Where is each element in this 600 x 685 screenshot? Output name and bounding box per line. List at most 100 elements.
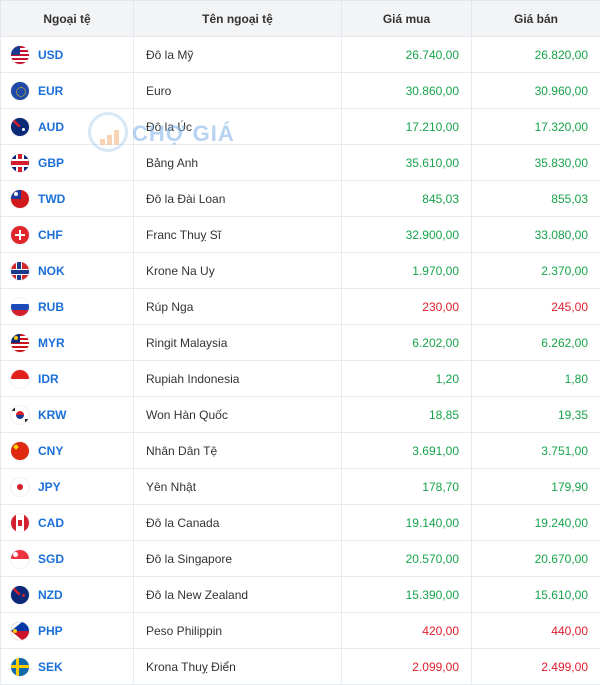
table-row: RUB Rúp Nga230,00245,00: [1, 289, 600, 325]
currency-code-cell: CHF: [1, 217, 134, 253]
table-header-row: Ngoại tệ Tên ngoại tệ Giá mua Giá bán: [1, 1, 600, 37]
buy-price: 1,20: [342, 361, 472, 397]
currency-code-link[interactable]: SEK: [38, 660, 63, 674]
id-flag-icon: [11, 370, 29, 388]
currency-name: Đô la Đài Loan: [134, 181, 342, 217]
currency-code-link[interactable]: USD: [38, 48, 63, 62]
header-currency-name: Tên ngoại tệ: [134, 1, 342, 37]
table-row: GBPBảng Anh35.610,0035.830,00: [1, 145, 600, 181]
currency-code-link[interactable]: IDR: [38, 372, 59, 386]
currency-name: Đô la Singapore: [134, 541, 342, 577]
currency-code-cell: PHP: [1, 613, 134, 649]
sell-price: 245,00: [472, 289, 600, 325]
currency-code-link[interactable]: PHP: [38, 624, 63, 638]
currency-code-link[interactable]: CNY: [38, 444, 63, 458]
cn-flag-icon: [11, 442, 29, 460]
no-flag-icon: [11, 262, 29, 280]
currency-name: Peso Philippin: [134, 613, 342, 649]
buy-price: 845,03: [342, 181, 472, 217]
nz-flag-icon: [11, 586, 29, 604]
sell-price: 3.751,00: [472, 433, 600, 469]
table-row: TWD Đô la Đài Loan845,03855,03: [1, 181, 600, 217]
header-buy-price: Giá mua: [342, 1, 472, 37]
currency-name: Euro: [134, 73, 342, 109]
tw-flag-icon: [11, 190, 29, 208]
buy-price: 2.099,00: [342, 649, 472, 685]
exchange-rate-table: Ngoại tệ Tên ngoại tệ Giá mua Giá bán US…: [0, 0, 600, 685]
table-row: IDR Rupiah Indonesia1,201,80: [1, 361, 600, 397]
buy-price: 3.691,00: [342, 433, 472, 469]
currency-name: Đô la Úc: [134, 109, 342, 145]
currency-code-cell: KRW: [1, 397, 134, 433]
jp-flag-icon: [11, 478, 29, 496]
sell-price: 30.960,00: [472, 73, 600, 109]
table-row: PHP Peso Philippin420,00440,00: [1, 613, 600, 649]
buy-price: 35.610,00: [342, 145, 472, 181]
currency-code-cell: MYR: [1, 325, 134, 361]
table-row: CNY Nhân Dân Tệ3.691,003.751,00: [1, 433, 600, 469]
currency-code-link[interactable]: GBP: [38, 156, 64, 170]
table-row: USDĐô la Mỹ26.740,0026.820,00: [1, 37, 600, 73]
currency-code-link[interactable]: CAD: [38, 516, 64, 530]
sell-price: 2.499,00: [472, 649, 600, 685]
table-row: MYRRingit Malaysia6.202,006.262,00: [1, 325, 600, 361]
currency-code-link[interactable]: EUR: [38, 84, 63, 98]
sg-flag-icon: [11, 550, 29, 568]
currency-name: Nhân Dân Tệ: [134, 433, 342, 469]
se-flag-icon: [11, 658, 29, 676]
currency-name: Yên Nhật: [134, 469, 342, 505]
currency-code-cell: SGD: [1, 541, 134, 577]
currency-code-cell: CNY: [1, 433, 134, 469]
kr-flag-icon: [11, 406, 29, 424]
currency-name: Krone Na Uy: [134, 253, 342, 289]
table-row: EUR Euro30.860,0030.960,00: [1, 73, 600, 109]
buy-price: 20.570,00: [342, 541, 472, 577]
us-flag-icon: [11, 46, 29, 64]
currency-name: Đô la Canada: [134, 505, 342, 541]
currency-code-link[interactable]: MYR: [38, 336, 65, 350]
sell-price: 440,00: [472, 613, 600, 649]
table-row: SGDĐô la Singapore20.570,0020.670,00: [1, 541, 600, 577]
table-row: AUD Đô la Úc17.210,0017.320,00: [1, 109, 600, 145]
currency-code-cell: RUB: [1, 289, 134, 325]
ch-flag-icon: [11, 226, 29, 244]
currency-code-cell: SEK: [1, 649, 134, 685]
au-flag-icon: [11, 118, 29, 136]
currency-code-link[interactable]: JPY: [38, 480, 61, 494]
currency-code-link[interactable]: RUB: [38, 300, 64, 314]
currency-name: Rupiah Indonesia: [134, 361, 342, 397]
currency-code-link[interactable]: NZD: [38, 588, 63, 602]
currency-code-link[interactable]: CHF: [38, 228, 63, 242]
sell-price: 2.370,00: [472, 253, 600, 289]
buy-price: 230,00: [342, 289, 472, 325]
buy-price: 15.390,00: [342, 577, 472, 613]
currency-name: Rúp Nga: [134, 289, 342, 325]
currency-code-link[interactable]: NOK: [38, 264, 65, 278]
currency-code-link[interactable]: KRW: [38, 408, 66, 422]
currency-code-cell: EUR: [1, 73, 134, 109]
currency-code-cell: TWD: [1, 181, 134, 217]
sell-price: 1,80: [472, 361, 600, 397]
gb-flag-icon: [11, 154, 29, 172]
table-row: CADĐô la Canada19.140,0019.240,00: [1, 505, 600, 541]
sell-price: 855,03: [472, 181, 600, 217]
eu-flag-icon: [11, 82, 29, 100]
buy-price: 420,00: [342, 613, 472, 649]
my-flag-icon: [11, 334, 29, 352]
currency-code-link[interactable]: SGD: [38, 552, 64, 566]
currency-code-cell: IDR: [1, 361, 134, 397]
table-row: NZDĐô la New Zealand15.390,0015.610,00: [1, 577, 600, 613]
currency-code-link[interactable]: AUD: [38, 120, 64, 134]
sell-price: 17.320,00: [472, 109, 600, 145]
sell-price: 35.830,00: [472, 145, 600, 181]
buy-price: 6.202,00: [342, 325, 472, 361]
buy-price: 30.860,00: [342, 73, 472, 109]
table-body: USDĐô la Mỹ26.740,0026.820,00 EUR Euro30.8…: [1, 37, 600, 685]
sell-price: 15.610,00: [472, 577, 600, 613]
buy-price: 178,70: [342, 469, 472, 505]
ru-flag-icon: [11, 298, 29, 316]
table-row: SEKKrona Thuỵ Điển2.099,002.499,00: [1, 649, 600, 685]
sell-price: 6.262,00: [472, 325, 600, 361]
currency-code-link[interactable]: TWD: [38, 192, 65, 206]
buy-price: 17.210,00: [342, 109, 472, 145]
